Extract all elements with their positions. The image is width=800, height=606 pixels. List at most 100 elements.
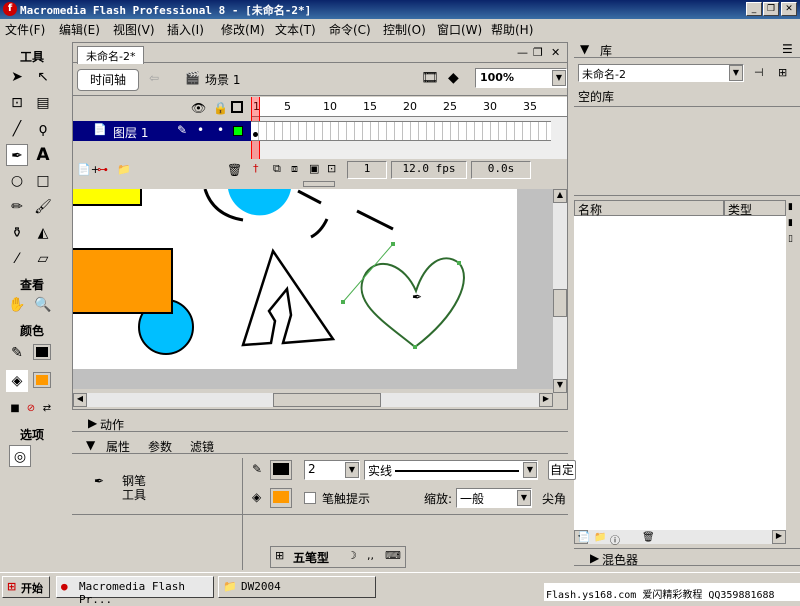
scroll-up-icon[interactable]: ▲ bbox=[553, 189, 567, 203]
layer-lock-dot[interactable]: • bbox=[217, 123, 224, 137]
document-tab[interactable]: 未命名-2* bbox=[77, 46, 145, 66]
new-folder-icon[interactable]: 📁 bbox=[594, 532, 606, 543]
scale-select[interactable]: 一般 ▼ bbox=[456, 488, 532, 508]
tab-filters[interactable]: 滤镜 bbox=[190, 438, 214, 455]
flash-app-icon[interactable]: f bbox=[3, 2, 17, 16]
new-symbol-icon[interactable]: 📄 bbox=[578, 532, 590, 543]
no-color-icon[interactable]: ⊘ bbox=[24, 398, 38, 420]
zoom-dropdown-icon[interactable]: ▼ bbox=[552, 70, 566, 86]
ime-keyboard-icon[interactable]: ⌨ bbox=[385, 549, 401, 562]
outline-icon[interactable] bbox=[231, 101, 243, 113]
add-guide-layer-icon[interactable]: ⊶ bbox=[97, 163, 108, 176]
text-tool-icon[interactable]: A bbox=[32, 144, 54, 166]
mixer-expand-icon[interactable]: ▶ bbox=[590, 551, 599, 565]
edit-multiple-icon[interactable]: ▣ bbox=[309, 162, 319, 175]
stroke-style-select[interactable]: 实线 ▼ bbox=[364, 460, 538, 480]
lock-icon[interactable]: 🔒 bbox=[213, 101, 228, 115]
actions-header[interactable]: ▶ 动作 bbox=[72, 414, 568, 432]
layer-outline-color[interactable] bbox=[233, 126, 243, 136]
stage-vscroll[interactable]: ▲ ▼ bbox=[553, 189, 567, 393]
eye-icon[interactable]: 👁 bbox=[191, 101, 206, 115]
new-library-panel-icon[interactable]: ⊞ bbox=[778, 66, 787, 79]
tab-parameters[interactable]: 参数 bbox=[148, 438, 172, 455]
onion-skin-icon[interactable]: ⧉ bbox=[273, 162, 281, 176]
frame-row[interactable] bbox=[251, 121, 551, 141]
scene-label[interactable]: 场景 1 bbox=[205, 71, 240, 88]
layer-name[interactable]: 图层 1 bbox=[113, 124, 148, 141]
keyframe-dot[interactable] bbox=[253, 132, 258, 137]
scale-dropdown-icon[interactable]: ▼ bbox=[517, 490, 531, 506]
delete-layer-icon[interactable]: 🗑 bbox=[227, 163, 242, 177]
scroll-right-icon[interactable]: ▶ bbox=[539, 393, 553, 407]
oval-tool-icon[interactable]: ○ bbox=[6, 170, 28, 192]
actions-expand-icon[interactable]: ▶ bbox=[88, 416, 97, 430]
stroke-width-input[interactable]: 2 ▼ bbox=[304, 460, 360, 480]
hscroll-thumb[interactable] bbox=[273, 393, 381, 407]
vscroll-thumb[interactable] bbox=[553, 289, 567, 317]
menu-control[interactable]: 控制(O) bbox=[383, 21, 426, 38]
wide-view-icon[interactable]: ▮ bbox=[788, 218, 793, 228]
library-doc-select[interactable]: 未命名-2 ▼ bbox=[578, 64, 744, 82]
layer-visibility-dot[interactable]: • bbox=[197, 123, 204, 137]
menu-window[interactable]: 窗口(W) bbox=[437, 21, 482, 38]
eraser-icon[interactable]: ▱ bbox=[32, 248, 54, 270]
menu-text[interactable]: 文本(T) bbox=[275, 21, 316, 38]
library-collapse-icon[interactable]: ▼ bbox=[580, 42, 589, 56]
menu-insert[interactable]: 插入(I) bbox=[167, 21, 204, 38]
properties-collapse-icon[interactable]: ▼ bbox=[86, 438, 95, 452]
stroke-style-dropdown-icon[interactable]: ▼ bbox=[523, 462, 537, 478]
doc-close-icon[interactable]: ✕ bbox=[551, 46, 560, 59]
stage-hscroll[interactable]: ◀ ▶ bbox=[73, 393, 553, 407]
scroll-left-icon[interactable]: ◀ bbox=[73, 393, 87, 407]
paint-bucket-icon[interactable]: ◭ bbox=[32, 222, 54, 244]
menu-commands[interactable]: 命令(C) bbox=[329, 21, 371, 38]
ime-label[interactable]: 五笔型 bbox=[293, 549, 329, 566]
library-doc-dropdown-icon[interactable]: ▼ bbox=[729, 65, 743, 81]
swap-colors-icon[interactable]: ⇄ bbox=[40, 398, 54, 420]
ink-bottle-icon[interactable]: ⚱ bbox=[6, 222, 28, 244]
scroll-down-icon[interactable]: ▼ bbox=[553, 379, 567, 393]
add-folder-icon[interactable]: 📁 bbox=[117, 163, 131, 176]
rectangle-tool-icon[interactable]: □ bbox=[32, 170, 54, 192]
start-button[interactable]: ⊞ 开始 bbox=[2, 576, 50, 598]
doc-restore-icon[interactable]: ❐ bbox=[533, 46, 543, 59]
fill-color-swatch[interactable] bbox=[33, 372, 51, 388]
custom-stroke-button[interactable]: 自定 bbox=[548, 460, 576, 480]
line-tool-icon[interactable]: ╱ bbox=[6, 118, 28, 140]
brush-icon[interactable]: 🖌 bbox=[32, 196, 54, 218]
menu-view[interactable]: 视图(V) bbox=[113, 21, 155, 38]
color-mixer-header[interactable]: ▶ 混色器 bbox=[574, 548, 800, 567]
ime-bar[interactable]: ⊞ 五笔型 ☽ ,, ⌨ bbox=[270, 546, 406, 568]
back-arrow-icon[interactable]: ⇦ bbox=[149, 71, 159, 85]
ime-moon-icon[interactable]: ☽ bbox=[347, 549, 357, 562]
library-col-name[interactable]: 名称 bbox=[574, 200, 724, 217]
prop-fill-color-swatch[interactable] bbox=[270, 488, 292, 508]
eyedropper-icon[interactable]: ⁄ bbox=[6, 248, 28, 270]
zoom-select[interactable]: 100% ▼ bbox=[475, 68, 567, 88]
lasso-icon[interactable]: ϙ bbox=[32, 118, 54, 140]
ime-switch-icon[interactable]: ⊞ bbox=[275, 549, 284, 562]
menu-file[interactable]: 文件(F) bbox=[5, 21, 45, 38]
free-transform-icon[interactable]: ⊡ bbox=[6, 92, 28, 114]
arrow-icon[interactable]: ➤ bbox=[6, 66, 28, 88]
pencil-icon[interactable]: ✏ bbox=[6, 196, 28, 218]
edit-symbol-icon[interactable]: ◆ bbox=[448, 70, 459, 86]
task-dw2004[interactable]: 📁 DW2004 bbox=[218, 576, 376, 598]
restore-button[interactable]: ❐ bbox=[763, 2, 779, 16]
stroke-width-dropdown-icon[interactable]: ▼ bbox=[345, 462, 359, 478]
doc-minimize-icon[interactable]: — bbox=[517, 46, 528, 59]
center-frame-icon[interactable]: † bbox=[253, 162, 259, 175]
task-flash[interactable]: ● Macromedia Flash Pr... bbox=[56, 576, 214, 606]
menu-help[interactable]: 帮助(H) bbox=[491, 21, 533, 38]
narrow-view-icon[interactable]: ▯ bbox=[788, 234, 793, 244]
library-col-type[interactable]: 类型 bbox=[724, 200, 786, 217]
timeline-resize-handle[interactable] bbox=[303, 181, 335, 187]
close-button[interactable]: ✕ bbox=[781, 2, 797, 16]
lib-scroll-right-icon[interactable]: ▶ bbox=[772, 530, 786, 544]
timeline-toggle-button[interactable]: 时间轴 bbox=[77, 69, 139, 91]
prop-stroke-color-swatch[interactable] bbox=[270, 460, 292, 480]
onion-outline-icon[interactable]: ⧈ bbox=[291, 162, 298, 176]
menu-edit[interactable]: 编辑(E) bbox=[59, 21, 100, 38]
layer-row[interactable]: 📄 图层 1 ✎ • • bbox=[73, 121, 251, 141]
snap-option-icon[interactable]: ◎ bbox=[9, 445, 31, 467]
